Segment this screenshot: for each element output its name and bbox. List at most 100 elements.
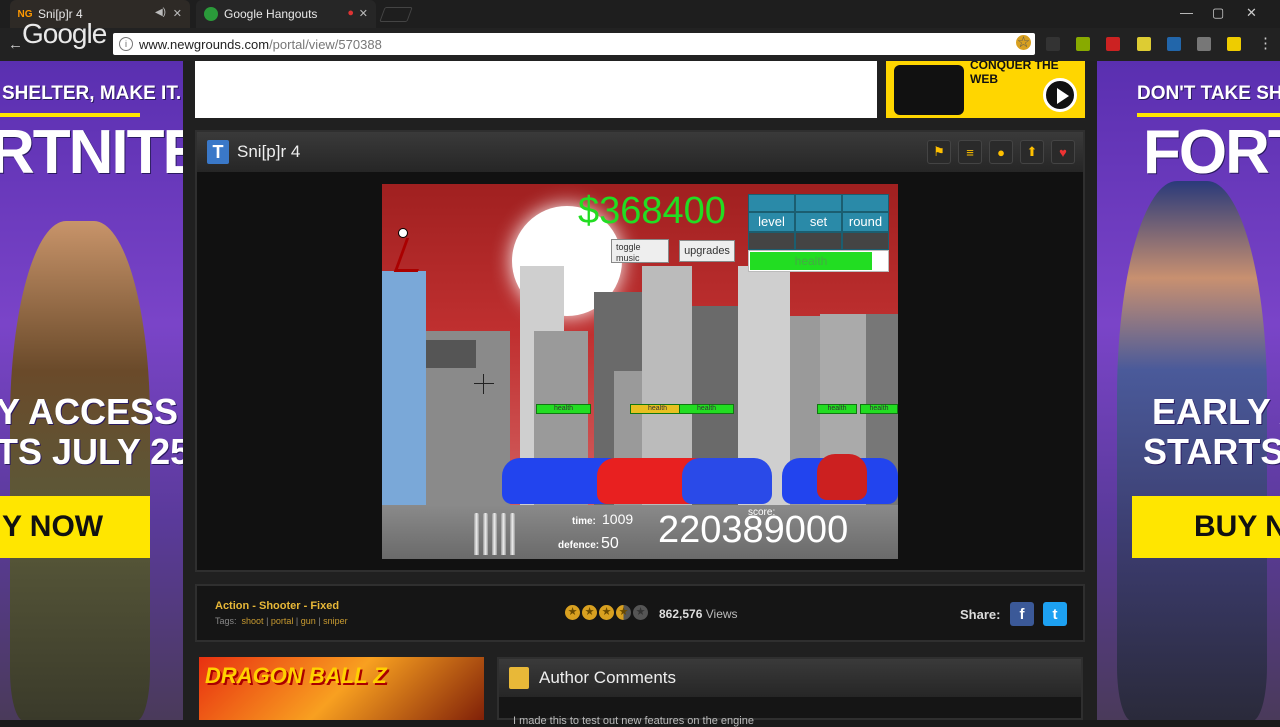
bullet-icon [501, 513, 506, 555]
player-health-bar: health [748, 250, 889, 272]
ad-date: STARTS J [1143, 431, 1280, 472]
building [426, 340, 476, 368]
toggle-music-label: toggle music [616, 242, 641, 263]
tank-health-bar: health [860, 404, 898, 414]
flag-icon[interactable]: ⚑ [927, 140, 951, 164]
close-tab-icon[interactable]: ✕ [173, 7, 182, 20]
toggle-music-button[interactable]: toggle music [611, 239, 669, 263]
stat-cell [748, 194, 795, 212]
upload-icon[interactable]: ⬆ [1020, 140, 1044, 164]
game-title: Sni[p]r 4 [237, 142, 301, 161]
tag-link[interactable]: gun [301, 616, 316, 626]
extension-icon[interactable] [1106, 37, 1120, 51]
extension-icon[interactable] [1137, 37, 1151, 51]
genre-link[interactable]: Action - Shooter - Fixed [215, 600, 339, 612]
conquer-the-web-banner[interactable]: CONQUER THE WEB [886, 61, 1085, 118]
game-hud-footer: time: 1009 defence: 50 score: 220389000 [382, 505, 898, 559]
star-icon[interactable]: ★ [599, 605, 614, 620]
bullet-icon [474, 513, 479, 555]
upgrades-button[interactable]: upgrades [679, 240, 735, 262]
stat-cell [795, 232, 842, 250]
share-label: Share: [960, 607, 1001, 622]
minimize-icon[interactable]: — [1180, 5, 1193, 20]
dragon-ball-thumbnail[interactable]: DRAGON BALL Z [199, 657, 484, 720]
game-info-bar: Action - Shooter - Fixed Tags: shoot | p… [195, 584, 1085, 642]
back-icon[interactable]: ← [8, 36, 23, 53]
tank-health-bar: health [817, 404, 857, 414]
stat-cell [748, 232, 795, 250]
ad-tagline: SHELTER, MAKE IT. [2, 83, 182, 104]
star-icon[interactable]: ★ [582, 605, 597, 620]
top-banner [195, 61, 877, 118]
browser-tab-hangouts[interactable]: Google Hangouts ● ✕ [196, 0, 376, 28]
search-icon[interactable]: ● [989, 140, 1013, 164]
building [382, 271, 426, 506]
tag-link[interactable]: portal [271, 616, 294, 626]
round-label: round [848, 214, 883, 229]
buy-now-button[interactable]: Y NOW [0, 496, 150, 558]
tags-line: Tags: shoot | portal | gun | sniper [215, 616, 348, 626]
ad-brand: FORTN [1143, 118, 1280, 187]
menu-icon[interactable]: ≡ [958, 140, 982, 164]
tag-link[interactable]: sniper [323, 616, 348, 626]
speaker-icon: ◀) [154, 7, 166, 18]
tag-link[interactable]: shoot [242, 616, 264, 626]
google-logo-overlay: Google [22, 18, 107, 49]
ad-tagline: DON'T TAKE SHELTE [1137, 83, 1280, 104]
game-type-icon: T [207, 140, 229, 164]
extension-icon[interactable] [1076, 37, 1090, 51]
extension-icon[interactable] [1167, 37, 1181, 51]
ad-early-access: EARLY AC [1152, 391, 1280, 432]
star-icon[interactable]: ★ [565, 605, 580, 620]
money-counter: $368400 [578, 190, 726, 232]
stat-cell [842, 232, 889, 250]
fortnite-ad-left[interactable]: SHELTER, MAKE IT. RTNITE Y ACCESS TS JUL… [0, 61, 183, 720]
rating-stars[interactable]: ★ ★ ★ ★ ★ [565, 605, 648, 620]
play-icon[interactable] [1043, 78, 1077, 112]
new-tab-button[interactable] [379, 7, 413, 22]
game-panel-header: T Sni[p]r 4 ⚑ ≡ ● ⬆ ♥ [197, 132, 1083, 172]
defence-label: defence: [558, 540, 600, 551]
maximize-icon[interactable]: ▢ [1212, 5, 1224, 21]
buy-now-button[interactable]: BUY NO [1132, 496, 1280, 558]
score-value: 220389000 [658, 509, 849, 551]
sniper-player [398, 228, 408, 238]
extension-icon[interactable] [1197, 37, 1211, 51]
stat-cell [795, 194, 842, 212]
game-canvas[interactable]: $368400 toggle music upgrades level set … [382, 184, 898, 559]
facebook-icon[interactable]: f [1010, 602, 1034, 626]
fortnite-ad-right[interactable]: DON'T TAKE SHELTE FORTN EARLY AC STARTS … [1097, 61, 1280, 720]
author-comments-panel: Author Comments I made this to test out … [497, 657, 1083, 727]
dbz-logo: DRAGON BALL Z [205, 663, 387, 688]
views-label: Views [705, 607, 738, 621]
upgrades-label: upgrades [684, 245, 730, 257]
tank-health-bar: health [679, 404, 734, 414]
close-tab-icon[interactable]: ✕ [359, 7, 368, 20]
star-icon[interactable]: ★ [633, 605, 648, 620]
info-icon[interactable]: i [119, 37, 133, 51]
extension-icon[interactable] [1227, 37, 1241, 51]
heart-icon[interactable]: ♥ [1051, 140, 1075, 164]
bookmark-star-icon[interactable]: ☆ [1016, 35, 1031, 50]
sniper-player-body [393, 238, 431, 272]
health-fill: health [750, 252, 872, 270]
crosshair-icon [474, 374, 494, 394]
close-window-icon[interactable]: ✕ [1246, 5, 1257, 21]
tank-health-bar: health [536, 404, 591, 414]
red-tank [817, 454, 867, 500]
twitter-icon[interactable]: t [1043, 602, 1067, 626]
bullet-icon [492, 513, 497, 555]
ad-brand: RTNITE [0, 118, 183, 187]
time-label: time: [572, 516, 596, 527]
views-count: 862,576 Views [659, 607, 738, 621]
tab-title: Google Hangouts [224, 7, 318, 21]
ad-date: TS JULY 25 [0, 431, 183, 472]
browser-tab-bar: NG Sni[p]r 4 ◀) ✕ Google Hangouts ● ✕ — … [0, 0, 1280, 28]
record-icon: ● [347, 7, 354, 19]
address-bar[interactable]: i www.newgrounds.com /portal/view/570388… [113, 33, 1035, 55]
chrome-menu-icon[interactable]: ⋮ [1258, 34, 1273, 52]
time-value: 1009 [602, 511, 634, 527]
star-icon[interactable]: ★ [616, 605, 631, 620]
extension-icon[interactable] [1046, 37, 1060, 51]
tags-label: Tags: [215, 616, 237, 626]
